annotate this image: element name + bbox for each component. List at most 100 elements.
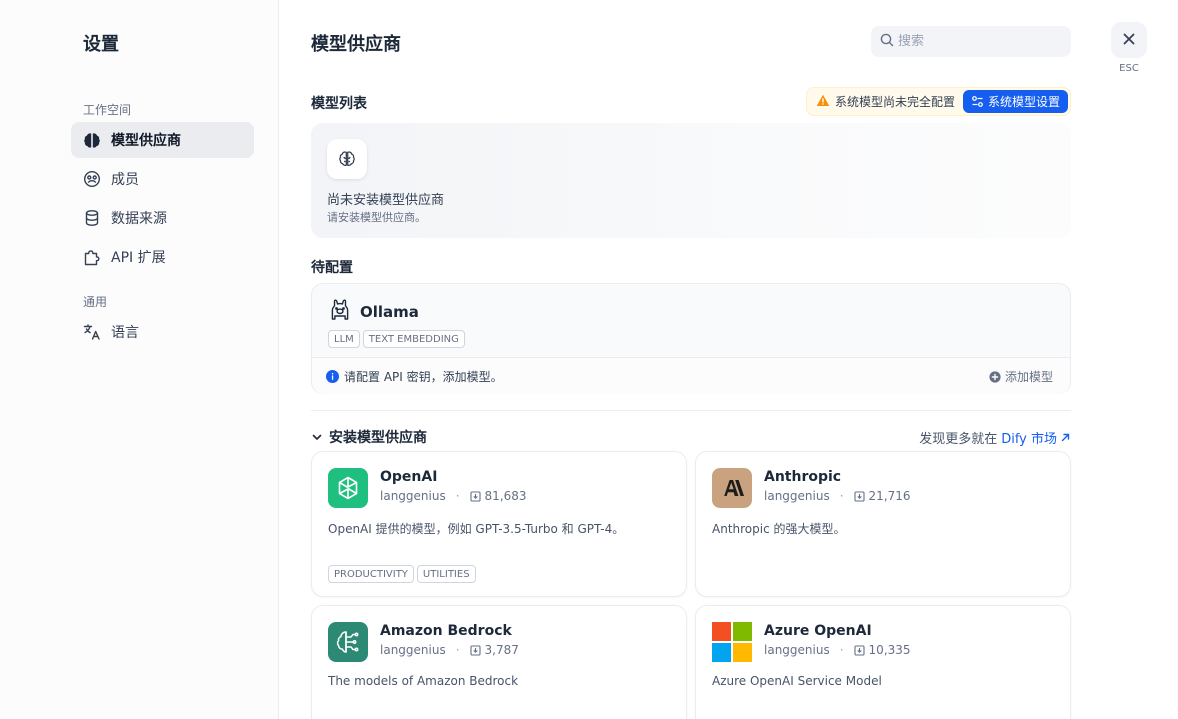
provider-card-amazon-bedrock[interactable]: Amazon Bedrock langgenius · 3,787 The mo… bbox=[311, 605, 687, 719]
group-label-general: 通用 bbox=[83, 295, 108, 309]
download-count: 81,683 bbox=[469, 489, 527, 503]
brain-icon bbox=[83, 131, 101, 149]
category-tag: UTILITIES bbox=[416, 565, 476, 583]
install-providers-title: 安装模型供应商 bbox=[329, 430, 427, 446]
provider-meta: langgenius · 21,716 bbox=[764, 489, 911, 503]
download-count: 10,335 bbox=[853, 643, 911, 657]
close-icon bbox=[1122, 31, 1136, 50]
system-model-status-text: 系统模型尚未完全配置 bbox=[835, 95, 956, 109]
market-link-row: 发现更多就在 Dify 市场 bbox=[919, 428, 1071, 447]
download-icon bbox=[469, 490, 481, 502]
arrow-up-right-icon bbox=[1061, 433, 1070, 442]
download-count: 3,787 bbox=[469, 643, 519, 657]
provider-meta: langgenius · 3,787 bbox=[380, 643, 519, 657]
empty-providers-card: 尚未安装模型供应商 请安装模型供应商。 bbox=[311, 123, 1071, 238]
sidebar-item-label: API 扩展 bbox=[111, 250, 166, 266]
pending-message: 请配置 API 密钥，添加模型。 bbox=[326, 368, 503, 385]
add-model-button[interactable]: 添加模型 bbox=[989, 368, 1053, 385]
dify-market-label: Dify 市场 bbox=[1001, 432, 1057, 447]
category-tag: PRODUCTIVITY bbox=[328, 565, 414, 583]
ollama-logo-icon bbox=[330, 298, 350, 326]
provider-name: Azure OpenAI bbox=[764, 623, 872, 639]
sidebar-item-language[interactable]: 语言 bbox=[71, 314, 254, 350]
anthropic-logo-icon bbox=[712, 468, 752, 508]
close-button[interactable] bbox=[1111, 22, 1147, 58]
settings-sliders-icon bbox=[972, 96, 983, 107]
provider-card-openai[interactable]: OpenAI langgenius · 81,683 OpenAI 提供的模型，… bbox=[311, 451, 687, 597]
search-input[interactable] bbox=[898, 34, 1058, 49]
download-icon bbox=[853, 490, 865, 502]
empty-title: 尚未安装模型供应商 bbox=[327, 193, 445, 208]
model-list-title: 模型列表 bbox=[311, 96, 367, 112]
sidebar-item-model-provider[interactable]: 模型供应商 bbox=[71, 122, 254, 158]
sidebar-item-members[interactable]: 成员 bbox=[71, 161, 254, 197]
download-count-value: 3,787 bbox=[484, 643, 519, 657]
pending-provider-footer: 请配置 API 密钥，添加模型。 添加模型 bbox=[312, 357, 1070, 394]
download-count-value: 81,683 bbox=[484, 489, 527, 503]
download-icon bbox=[469, 644, 481, 656]
download-icon bbox=[853, 644, 865, 656]
sidebar: 设置 工作空间 模型供应商 成员 数据来源 API 扩展 通用 语言 bbox=[0, 0, 279, 719]
provider-author: langgenius bbox=[764, 489, 830, 503]
provider-tags: PRODUCTIVITY UTILITIES bbox=[328, 565, 476, 583]
section-divider bbox=[311, 410, 1071, 411]
meta-separator: · bbox=[455, 489, 460, 503]
brain-outline-icon bbox=[327, 139, 367, 179]
dify-market-link[interactable]: Dify 市场 bbox=[1001, 428, 1071, 447]
add-model-label: 添加模型 bbox=[1004, 370, 1053, 384]
sidebar-item-api-extension[interactable]: API 扩展 bbox=[71, 239, 254, 275]
download-count-value: 10,335 bbox=[868, 643, 911, 657]
bedrock-logo-icon bbox=[328, 622, 368, 662]
provider-author: langgenius bbox=[380, 489, 446, 503]
provider-card-azure-openai[interactable]: Azure OpenAI langgenius · 10,335 Azure O… bbox=[695, 605, 1071, 719]
warning-icon bbox=[816, 92, 830, 111]
sidebar-item-label: 语言 bbox=[111, 325, 139, 341]
provider-name: Amazon Bedrock bbox=[380, 623, 512, 639]
pending-provider-header: Ollama bbox=[330, 298, 419, 326]
system-model-settings-label: 系统模型设置 bbox=[988, 95, 1061, 109]
page-title: 模型供应商 bbox=[311, 34, 401, 55]
download-count-value: 21,716 bbox=[868, 489, 911, 503]
chevron-down-icon bbox=[312, 434, 322, 440]
database-icon bbox=[83, 209, 101, 227]
meta-separator: · bbox=[455, 643, 460, 657]
translate-icon bbox=[83, 323, 101, 341]
openai-logo-icon bbox=[328, 468, 368, 508]
empty-description: 请安装模型供应商。 bbox=[327, 211, 426, 224]
provider-name: OpenAI bbox=[380, 469, 438, 485]
download-count: 21,716 bbox=[853, 489, 911, 503]
provider-description: OpenAI 提供的模型，例如 GPT-3.5-Turbo 和 GPT-4。 bbox=[328, 522, 625, 536]
provider-description: The models of Amazon Bedrock bbox=[328, 674, 519, 688]
market-prefix: 发现更多就在 bbox=[919, 432, 998, 447]
pending-provider-card: Ollama LLM TEXT EMBEDDING 请配置 API 密钥，添加模… bbox=[311, 283, 1071, 394]
info-icon bbox=[326, 370, 339, 383]
model-type-tag: LLM bbox=[328, 330, 360, 348]
microsoft-logo-icon bbox=[712, 622, 752, 662]
provider-name: Anthropic bbox=[764, 469, 842, 485]
provider-meta: langgenius · 10,335 bbox=[764, 643, 911, 657]
system-model-status: 系统模型尚未完全配置 系统模型设置 bbox=[806, 87, 1072, 116]
pending-message-text: 请配置 API 密钥，添加模型。 bbox=[344, 370, 503, 384]
provider-description: Azure OpenAI Service Model bbox=[712, 674, 882, 688]
provider-description: Anthropic 的强大模型。 bbox=[712, 522, 846, 536]
provider-meta: langgenius · 81,683 bbox=[380, 489, 527, 503]
search-icon bbox=[880, 32, 894, 51]
sidebar-item-data-source[interactable]: 数据来源 bbox=[71, 200, 254, 236]
pending-title: 待配置 bbox=[311, 260, 353, 276]
sidebar-item-label: 成员 bbox=[111, 172, 139, 188]
esc-hint: ESC bbox=[1119, 63, 1139, 74]
meta-separator: · bbox=[839, 643, 844, 657]
provider-author: langgenius bbox=[380, 643, 446, 657]
sidebar-item-label: 模型供应商 bbox=[111, 133, 181, 149]
puzzle-icon bbox=[83, 248, 101, 266]
members-icon bbox=[83, 170, 101, 188]
provider-card-anthropic[interactable]: Anthropic langgenius · 21,716 Anthropic … bbox=[695, 451, 1071, 597]
pending-provider-tags: LLM TEXT EMBEDDING bbox=[328, 330, 465, 348]
group-label-workspace: 工作空间 bbox=[83, 103, 132, 117]
model-type-tag: TEXT EMBEDDING bbox=[362, 330, 465, 348]
plus-circle-icon bbox=[989, 370, 1001, 383]
search-box[interactable] bbox=[871, 26, 1071, 57]
meta-separator: · bbox=[839, 489, 844, 503]
install-providers-toggle[interactable]: 安装模型供应商 bbox=[311, 427, 427, 447]
system-model-settings-button[interactable]: 系统模型设置 bbox=[963, 90, 1069, 113]
